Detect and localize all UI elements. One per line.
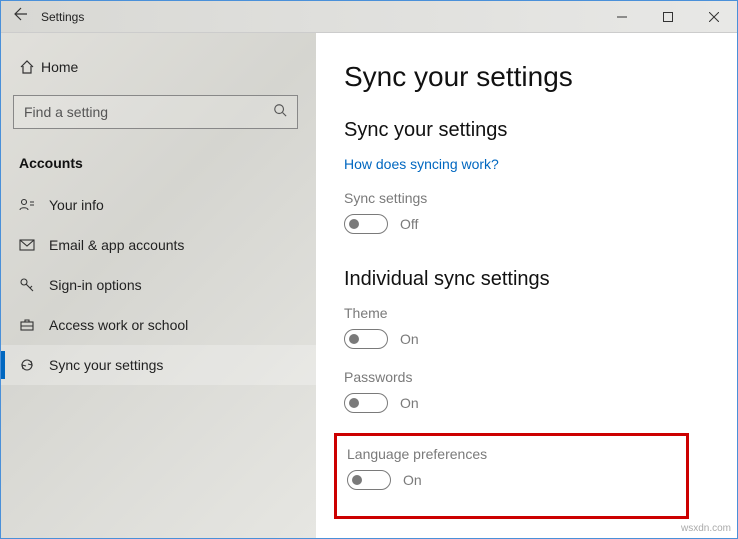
search-input[interactable] (24, 104, 273, 120)
settings-window: Settings Home Account (0, 0, 738, 539)
home-icon (19, 59, 41, 75)
passwords-state: On (400, 395, 419, 411)
sidebar: Home Accounts Your info Email & app (1, 33, 316, 538)
sidebar-item-signin[interactable]: Sign-in options (1, 265, 316, 305)
content-pane: Sync your settings Sync your settings Ho… (316, 33, 737, 538)
language-state: On (403, 472, 422, 488)
page-title: Sync your settings (344, 61, 709, 93)
sidebar-item-your-info[interactable]: Your info (1, 185, 316, 225)
sidebar-item-label: Your info (49, 197, 104, 213)
sync-settings-state: Off (400, 216, 418, 232)
minimize-icon (617, 12, 627, 22)
theme-state: On (400, 331, 419, 347)
sidebar-item-work-school[interactable]: Access work or school (1, 305, 316, 345)
watermark: wsxdn.com (681, 523, 731, 534)
key-icon (19, 277, 49, 293)
language-toggle-row: On (347, 470, 676, 490)
section-heading-individual: Individual sync settings (344, 268, 709, 291)
sync-icon (19, 357, 49, 373)
person-icon (19, 197, 49, 213)
passwords-toggle[interactable] (344, 393, 388, 413)
sync-settings-toggle-row: Off (344, 214, 709, 234)
close-button[interactable] (691, 1, 737, 33)
titlebar: Settings (1, 1, 737, 33)
mail-icon (19, 237, 49, 253)
passwords-toggle-row: On (344, 393, 709, 413)
maximize-button[interactable] (645, 1, 691, 33)
sidebar-item-label: Sync your settings (49, 357, 163, 373)
back-button[interactable] (1, 6, 41, 27)
home-label: Home (41, 59, 78, 75)
maximize-icon (663, 12, 673, 22)
minimize-button[interactable] (599, 1, 645, 33)
search-box[interactable] (13, 95, 298, 129)
highlight-annotation: Language preferences On (334, 433, 689, 519)
theme-toggle-row: On (344, 329, 709, 349)
sync-settings-label: Sync settings (344, 190, 709, 206)
sidebar-item-label: Sign-in options (49, 277, 142, 293)
window-title: Settings (41, 10, 84, 24)
help-link[interactable]: How does syncing work? (344, 156, 499, 172)
theme-label: Theme (344, 305, 709, 321)
briefcase-icon (19, 317, 49, 333)
section-heading-sync: Sync your settings (344, 119, 709, 142)
sidebar-item-sync[interactable]: Sync your settings (1, 345, 316, 385)
sidebar-item-email[interactable]: Email & app accounts (1, 225, 316, 265)
sidebar-section-heading: Accounts (1, 147, 316, 185)
sync-settings-toggle[interactable] (344, 214, 388, 234)
passwords-label: Passwords (344, 369, 709, 385)
language-toggle[interactable] (347, 470, 391, 490)
theme-toggle[interactable] (344, 329, 388, 349)
language-label: Language preferences (347, 446, 676, 462)
sidebar-item-label: Access work or school (49, 317, 188, 333)
sidebar-item-label: Email & app accounts (49, 237, 184, 253)
search-icon (273, 103, 287, 122)
home-nav[interactable]: Home (1, 51, 316, 83)
close-icon (709, 12, 719, 22)
back-arrow-icon (13, 6, 29, 22)
